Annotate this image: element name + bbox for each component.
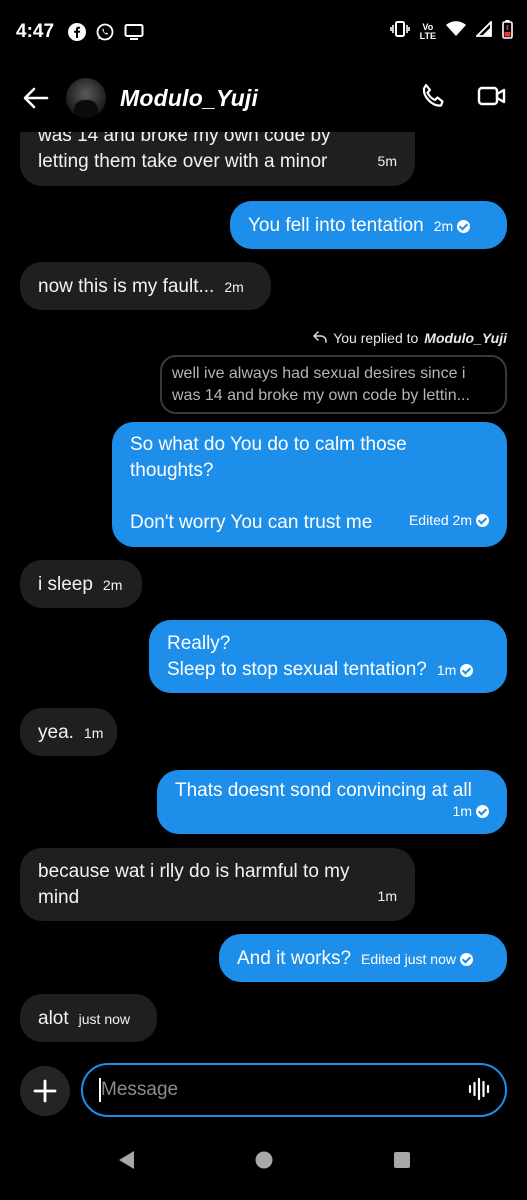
microphone-wave-icon[interactable] [468,1076,492,1107]
message-text: Thats doesnt sond convincing at all [175,780,472,801]
sent-check-icon [457,220,471,233]
message-time: 1m [436,662,474,678]
phone-icon[interactable] [419,82,447,115]
message-text-line: Sleep to stop sexual tentation? 1m [167,657,489,683]
lte-label: LTE [419,31,436,41]
screen-cast-icon [124,23,144,41]
reply-label-text: You replied to [333,330,419,346]
volte-indicator: Vo LTE [420,23,436,41]
message-text-line: thoughts? [130,460,214,481]
message-text-line: So what do You do to calm those [130,434,407,455]
message-incoming[interactable]: now this is my fault... 2m [20,262,271,310]
facebook-icon [68,23,87,41]
message-time: 2m [433,218,471,234]
text-caret [99,1078,101,1102]
status-time: 4:47 [16,21,55,42]
message-incoming[interactable]: was 14 and broke my own code by letting … [20,132,415,186]
quoted-message[interactable]: well ive always had sexual desires since… [160,355,507,414]
message-time: just now [78,1011,130,1027]
quoted-text-line: was 14 and broke my own code by lettin..… [172,387,470,404]
reply-arrow-icon [313,330,327,346]
message-text-line: letting them take over with a minor [38,151,328,172]
message-time: Edited just now [361,951,473,967]
message-outgoing[interactable]: Really? Sleep to stop sexual tentation? 1… [149,620,507,693]
message-text: You fell into tentation [248,215,424,236]
message-time: 1m [453,798,489,824]
wifi-icon [446,21,466,43]
video-camera-icon[interactable] [477,84,507,113]
message-time-value: 1m [452,803,472,819]
message-time-value: Edited just now [361,951,456,967]
message-incoming[interactable]: because wat i rlly do is harmful to my m… [20,848,415,921]
message-incoming[interactable]: alot just now [20,994,157,1042]
message-text-line: was 14 and broke my own code by [38,132,331,146]
message-text: yea. [38,722,74,743]
back-arrow-icon[interactable] [20,82,52,114]
quoted-text-line: well ive always had sexual desires since… [172,365,466,382]
message-time: Edited 2m [409,507,489,533]
sent-check-icon [476,514,489,527]
message-text: Sleep to stop sexual tentation? [167,659,427,680]
message-time: 1m [83,725,104,741]
chat-header: Modulo_Yuji [0,64,527,132]
message-text: And it works? [237,948,352,969]
sent-check-icon [476,805,489,818]
whatsapp-icon [96,23,114,41]
system-nav-bar [0,1124,527,1200]
message-text-line: mind [38,887,80,908]
message-time: 5m [377,153,397,169]
sent-check-icon [460,664,474,677]
message-time-value: Edited 2m [408,512,472,528]
message-time-value: 2m [433,218,454,234]
reply-to-name: Modulo_Yuji [424,330,507,346]
message-text: now this is my fault... [38,276,215,297]
message-list[interactable]: was 14 and broke my own code by letting … [0,132,527,1047]
nav-recents-icon[interactable] [392,1150,412,1175]
nav-home-icon[interactable] [254,1150,274,1175]
message-text: alot [38,1008,69,1029]
message-text-line: Really? [167,633,231,654]
message-time: 2m [102,577,123,593]
contact-name[interactable]: Modulo_Yuji [120,85,258,112]
message-input[interactable] [81,1063,507,1117]
reply-context: You replied to Modulo_Yuji [313,330,507,346]
status-bar: 4:47 Vo LTE [0,0,527,64]
message-outgoing[interactable]: So what do You do to calm those thoughts… [112,422,507,547]
message-outgoing[interactable]: Thats doesnt sond convincing at all 1m [157,770,507,834]
message-text-line: because wat i rlly do is harmful to my [38,861,350,882]
message-time: 2m [224,279,244,295]
message-incoming[interactable]: yea. 1m [20,708,117,756]
signal-icon [474,19,492,43]
plus-icon[interactable] [20,1066,70,1116]
message-outgoing[interactable]: And it works? Edited just now [219,934,507,982]
vibrate-icon [389,20,410,44]
message-outgoing[interactable]: You fell into tentation 2m [230,201,507,249]
message-time-value: 1m [436,662,457,678]
message-composer [0,1058,527,1124]
message-time: 1m [377,888,397,904]
nav-back-icon[interactable] [116,1149,136,1176]
message-text: i sleep [38,574,93,595]
sent-check-icon [460,953,473,966]
battery-icon [502,19,513,45]
message-incoming[interactable]: i sleep 2m [20,560,142,608]
avatar[interactable] [66,78,106,118]
